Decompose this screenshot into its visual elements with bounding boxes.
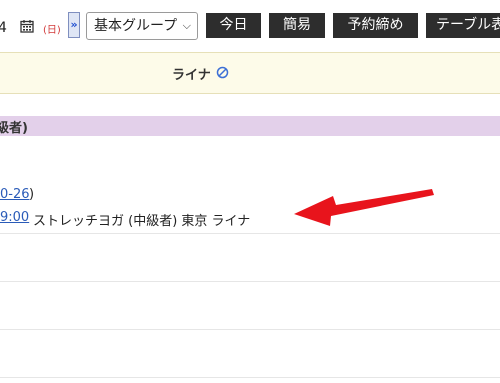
- calendar-icon[interactable]: [20, 19, 34, 33]
- table-view-button[interactable]: テーブル表: [426, 13, 500, 38]
- staff-header: ライナ: [0, 52, 500, 94]
- row-divider: [0, 233, 500, 234]
- row-divider: [0, 329, 500, 330]
- staff-name: ライナ: [172, 68, 211, 83]
- date-display[interactable]: 4: [0, 20, 7, 36]
- reservation-date-link[interactable]: 0-26: [0, 187, 30, 202]
- simple-view-button[interactable]: 簡易: [269, 13, 325, 38]
- chevron-down-icon: ⌵: [182, 19, 191, 32]
- toolbar: 4 (日) » 基本グループ ⌵ 今日 簡易 予約締め テーブル表: [0, 0, 500, 52]
- reservation-description: ストレッチヨガ (中級者) 東京 ライナ: [33, 214, 251, 229]
- row-divider: [0, 281, 500, 282]
- lesson-band: 級者): [0, 116, 500, 136]
- today-button[interactable]: 今日: [206, 13, 261, 38]
- no-entry-icon[interactable]: [216, 66, 229, 79]
- group-select[interactable]: 基本グループ ⌵: [86, 12, 198, 40]
- reservation-time-link[interactable]: 9:00: [0, 210, 29, 225]
- lesson-title: 級者): [0, 121, 28, 136]
- weekday-label: (日): [43, 25, 61, 36]
- reservation-date-paren: ): [29, 187, 35, 202]
- row-divider: [0, 377, 500, 378]
- booking-close-button[interactable]: 予約締め: [333, 13, 418, 38]
- group-select-value: 基本グループ: [94, 18, 178, 34]
- next-date-button[interactable]: »: [68, 12, 80, 38]
